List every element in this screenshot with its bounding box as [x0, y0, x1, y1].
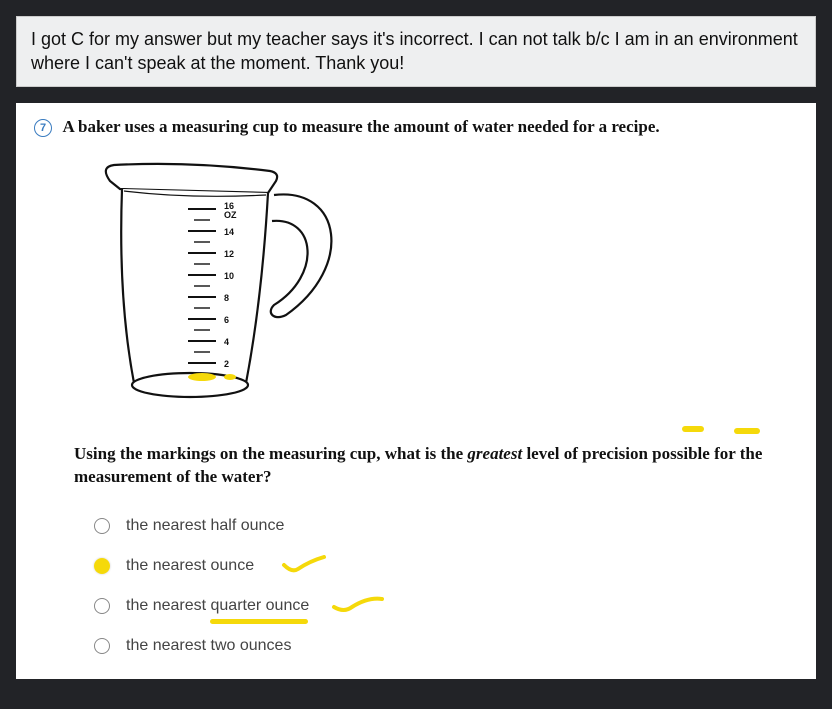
checkmark-annotation — [280, 555, 328, 577]
option-label: the nearest two ounces — [126, 637, 291, 655]
radio-icon — [94, 598, 110, 614]
highlight-mark — [682, 426, 704, 432]
option-label: the nearest half ounce — [126, 517, 284, 535]
highlight-mark — [734, 428, 760, 434]
option-c[interactable]: the nearest quarter ounce — [94, 597, 798, 615]
cup-label-oz: OZ — [224, 210, 237, 220]
user-message: I got C for my answer but my teacher say… — [16, 16, 816, 87]
subq-italic: greatest — [467, 444, 522, 463]
option-a[interactable]: the nearest half ounce — [94, 517, 798, 535]
cup-label-10: 10 — [224, 271, 234, 281]
option-label: the nearest ounce — [126, 557, 254, 575]
question-number: 7 — [34, 119, 52, 137]
option-label: the nearest quarter ounce — [126, 597, 309, 615]
question-card: 7 A baker uses a measuring cup to measur… — [16, 103, 816, 680]
cup-label-6: 6 — [224, 315, 229, 325]
highlight-mark — [188, 373, 216, 381]
sub-question: Using the markings on the measuring cup,… — [74, 442, 798, 490]
cup-label-4: 4 — [224, 337, 229, 347]
measuring-cup-figure: 16 OZ 14 12 10 8 6 4 2 — [70, 159, 798, 424]
cup-label-14: 14 — [224, 227, 234, 237]
underline-annotation — [210, 619, 308, 624]
option-d[interactable]: the nearest two ounces — [94, 637, 798, 655]
cup-label-8: 8 — [224, 293, 229, 303]
radio-icon — [94, 638, 110, 654]
highlight-mark — [224, 374, 236, 380]
cup-label-2: 2 — [224, 359, 229, 369]
options-list: the nearest half ounce the nearest ounce… — [94, 517, 798, 655]
question-header: 7 A baker uses a measuring cup to measur… — [34, 117, 798, 137]
checkmark-annotation — [330, 595, 386, 617]
measuring-cup-svg: 16 OZ 14 12 10 8 6 4 2 — [70, 159, 350, 419]
radio-icon — [94, 558, 110, 574]
subq-prefix: Using the markings on the measuring cup,… — [74, 444, 467, 463]
option-b[interactable]: the nearest ounce — [94, 557, 798, 575]
question-prompt: A baker uses a measuring cup to measure … — [62, 117, 659, 136]
cup-label-12: 12 — [224, 249, 234, 259]
radio-icon — [94, 518, 110, 534]
